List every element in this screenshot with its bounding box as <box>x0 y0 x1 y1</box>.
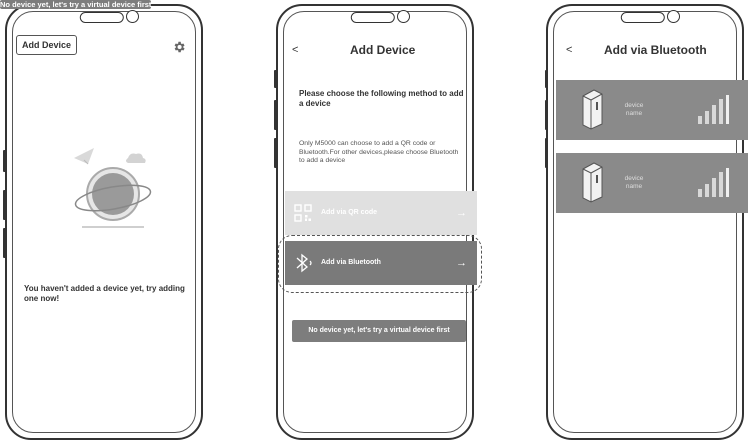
side-button <box>3 150 6 172</box>
add-via-qr-button[interactable]: Add via QR code → <box>285 191 477 235</box>
arrow-right-icon: → <box>456 207 467 219</box>
side-button <box>545 70 548 88</box>
signal-strength-icon <box>698 95 729 124</box>
speaker-grille <box>350 12 395 23</box>
side-button <box>545 100 548 130</box>
empty-state-planet-icon <box>74 148 152 228</box>
speaker-grille <box>620 12 665 23</box>
side-button <box>274 70 277 88</box>
virtual-device-button[interactable]: No device yet, let's try a virtual devic… <box>0 0 152 9</box>
instruction-heading: Please choose the following method to ad… <box>299 89 464 108</box>
phone-screen-border <box>553 11 737 433</box>
device-list-item[interactable]: device name <box>556 80 748 140</box>
add-via-bluetooth-button[interactable]: Add via Bluetooth → <box>285 241 477 285</box>
phone-frame-bluetooth <box>546 4 744 440</box>
cloud-icon <box>126 153 146 163</box>
device-list-item[interactable]: device name <box>556 153 748 213</box>
front-camera <box>126 10 139 23</box>
side-button <box>3 190 6 220</box>
back-button[interactable]: < <box>292 44 298 56</box>
page-title: Add Device <box>350 43 416 57</box>
empty-state-message: You haven't added a device yet, try addi… <box>24 284 185 303</box>
bluetooth-icon <box>296 253 312 273</box>
device-icon <box>582 89 603 130</box>
qr-method-label: Add via QR code <box>321 209 378 216</box>
side-button <box>3 228 6 258</box>
side-button <box>274 138 277 168</box>
signal-strength-icon <box>698 168 729 197</box>
speaker-grille <box>79 12 124 23</box>
side-button <box>274 100 277 130</box>
qr-code-icon <box>294 204 312 222</box>
bluetooth-method-label: Add via Bluetooth <box>321 259 381 266</box>
paper-plane-icon <box>74 148 94 164</box>
virtual-device-button[interactable]: No device yet, let's try a virtual devic… <box>292 320 466 342</box>
back-button[interactable]: < <box>566 44 572 56</box>
page-title: Add via Bluetooth <box>604 43 707 57</box>
device-name: device name <box>624 175 644 190</box>
device-icon <box>582 162 603 203</box>
arrow-right-icon: → <box>456 257 467 269</box>
gear-icon[interactable] <box>172 40 186 54</box>
side-button <box>545 138 548 168</box>
front-camera <box>397 10 410 23</box>
add-device-button[interactable]: Add Device <box>16 35 78 55</box>
front-camera <box>667 10 680 23</box>
device-name: device name <box>624 102 644 117</box>
instruction-note: Only M5000 can choose to add a QR code o… <box>299 140 459 164</box>
